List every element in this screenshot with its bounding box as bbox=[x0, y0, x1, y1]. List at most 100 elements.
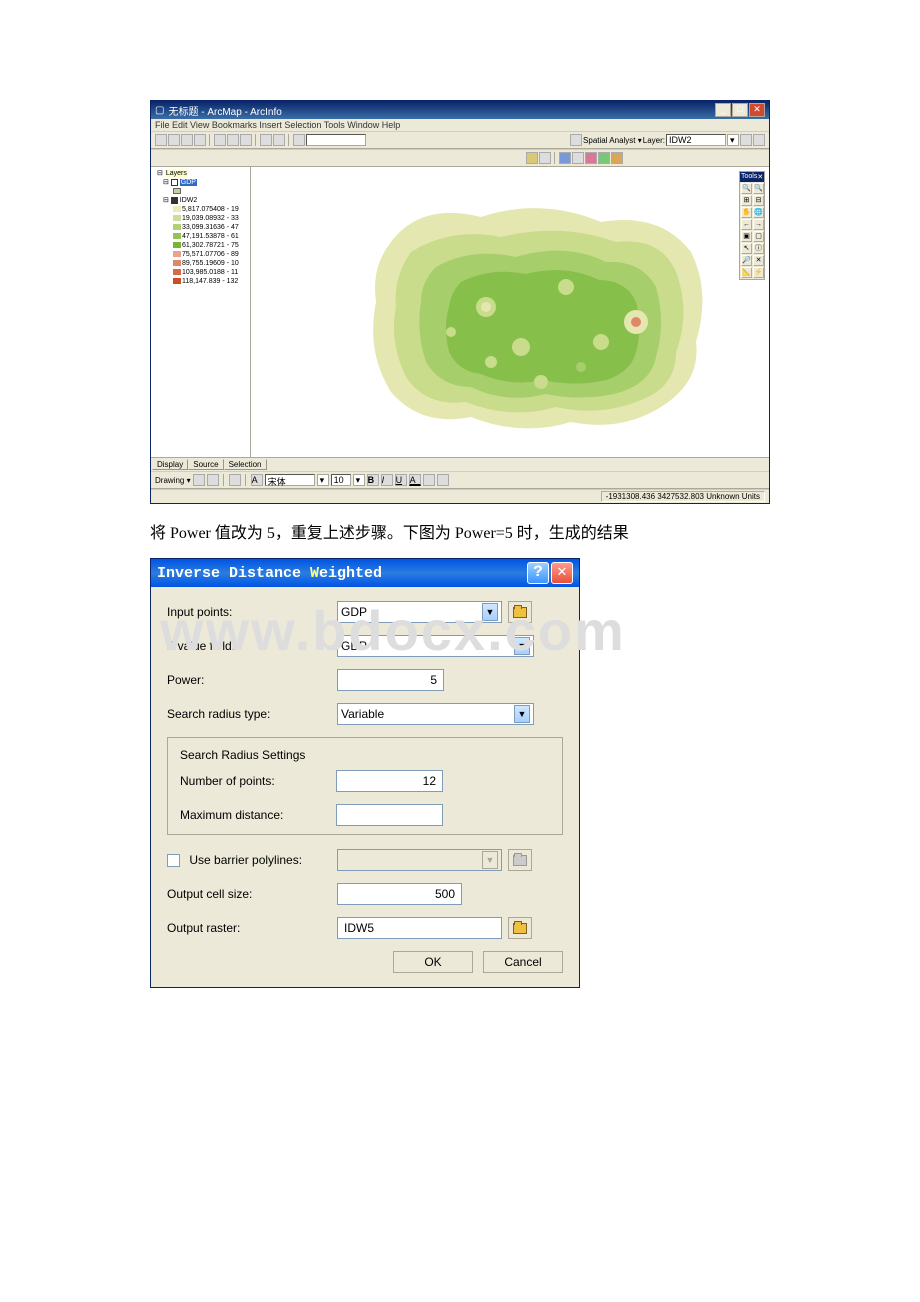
barrier-checkbox[interactable] bbox=[167, 854, 180, 867]
layer-combo[interactable]: IDW2 bbox=[666, 134, 726, 146]
fontsize-combo[interactable]: 10 bbox=[331, 474, 351, 486]
contour-icon[interactable] bbox=[753, 134, 765, 146]
tool-d[interactable] bbox=[572, 152, 584, 164]
barrier-combo: ▼ bbox=[337, 849, 502, 871]
chevron-down-icon[interactable]: ▼ bbox=[514, 637, 530, 655]
tab-display[interactable]: Display bbox=[152, 459, 188, 470]
folder-icon bbox=[513, 923, 527, 934]
editor-icon[interactable] bbox=[570, 134, 582, 146]
font-combo[interactable]: 宋体 bbox=[265, 474, 315, 486]
scale-input[interactable] bbox=[306, 134, 366, 146]
power-input[interactable] bbox=[337, 669, 444, 691]
browse-output-button[interactable] bbox=[508, 917, 532, 939]
cell-size-input[interactable] bbox=[337, 883, 462, 905]
underline-icon[interactable]: U bbox=[395, 474, 407, 486]
full-extent-icon[interactable]: 🌐 bbox=[753, 207, 764, 218]
histogram-icon[interactable] bbox=[740, 134, 752, 146]
close-button[interactable]: ✕ bbox=[551, 562, 573, 584]
copy-icon[interactable] bbox=[227, 134, 239, 146]
toc-class-item[interactable]: 89,755.19609 - 10 bbox=[153, 259, 248, 268]
minimize-button[interactable]: _ bbox=[715, 103, 731, 117]
draw-select-icon[interactable] bbox=[193, 474, 205, 486]
max-dist-label: Maximum distance: bbox=[180, 808, 336, 822]
fixed-zoom-out-icon[interactable]: ⊟ bbox=[753, 195, 764, 206]
search-type-combo[interactable]: Variable ▼ bbox=[337, 703, 534, 725]
draw-rotate-icon[interactable] bbox=[207, 474, 219, 486]
tool-b[interactable] bbox=[539, 152, 551, 164]
z-field-label: Z value field: bbox=[167, 639, 337, 653]
toc-class-item[interactable]: 61,302.78721 - 75 bbox=[153, 241, 248, 250]
spatial-analyst-label[interactable]: Spatial Analyst ▾ bbox=[583, 136, 642, 145]
toc-gdp-layer[interactable]: ⊟ GDP bbox=[153, 178, 248, 187]
chevron-down-icon[interactable]: ▼ bbox=[514, 705, 530, 723]
tool-f[interactable] bbox=[598, 152, 610, 164]
toc-class-item[interactable]: 75,571.07706 - 89 bbox=[153, 250, 248, 259]
back-icon[interactable]: ← bbox=[741, 219, 752, 230]
hyperlink-icon[interactable]: ⚡ bbox=[753, 267, 764, 278]
forward-icon[interactable]: → bbox=[753, 219, 764, 230]
font-dropdown-arrow[interactable]: ▾ bbox=[317, 474, 329, 486]
fixed-zoom-in-icon[interactable]: ⊞ bbox=[741, 195, 752, 206]
toc-class-item[interactable]: 103,985.0188 - 11 bbox=[153, 268, 248, 277]
pan-icon[interactable]: ✋ bbox=[741, 207, 752, 218]
italic-icon[interactable]: I bbox=[381, 474, 393, 486]
tab-selection[interactable]: Selection bbox=[224, 459, 267, 470]
measure-icon[interactable]: 📐 bbox=[741, 267, 752, 278]
open-icon[interactable] bbox=[168, 134, 180, 146]
table-of-contents: ⊟ Layers ⊟ GDP ⊟ IDW2 5,817.075408 - 191… bbox=[151, 167, 251, 457]
goto-xy-icon[interactable]: ✕ bbox=[753, 255, 764, 266]
close-button[interactable]: ✕ bbox=[749, 103, 765, 117]
fill-color-icon[interactable] bbox=[423, 474, 435, 486]
tool-a[interactable] bbox=[526, 152, 538, 164]
toc-class-item[interactable]: 19,039.08932 - 33 bbox=[153, 214, 248, 223]
tool-e[interactable] bbox=[585, 152, 597, 164]
cut-icon[interactable] bbox=[214, 134, 226, 146]
maximize-button[interactable]: □ bbox=[732, 103, 748, 117]
clear-select-icon[interactable]: ▢ bbox=[753, 231, 764, 242]
toc-class-item[interactable]: 47,191.53878 - 61 bbox=[153, 232, 248, 241]
map-view[interactable]: Tools ✕ 🔍 🔍 ⊞ ⊟ ✋ 🌐 ← → ▣ ▢ ↖ ⓘ 🔎 bbox=[251, 167, 769, 457]
tool-c[interactable] bbox=[559, 152, 571, 164]
toc-class-item[interactable]: 118,147.839 - 132 bbox=[153, 277, 248, 286]
chevron-down-icon[interactable]: ▼ bbox=[482, 603, 498, 621]
browse-input-button[interactable] bbox=[508, 601, 532, 623]
output-raster-input[interactable] bbox=[337, 917, 502, 939]
draw-text-icon[interactable]: A bbox=[251, 474, 263, 486]
select-elements-icon[interactable]: ↖ bbox=[741, 243, 752, 254]
draw-rect-icon[interactable] bbox=[229, 474, 241, 486]
toc-idw-layer[interactable]: ⊟ IDW2 bbox=[153, 196, 248, 205]
input-points-combo[interactable]: GDP ▼ bbox=[337, 601, 502, 623]
zoom-out-icon[interactable]: 🔍 bbox=[753, 183, 764, 194]
layer-dropdown-arrow[interactable]: ▾ bbox=[727, 134, 739, 146]
save-icon[interactable] bbox=[181, 134, 193, 146]
max-dist-input[interactable] bbox=[336, 804, 443, 826]
toc-layers-root[interactable]: ⊟ Layers bbox=[153, 169, 248, 178]
select-icon[interactable]: ▣ bbox=[741, 231, 752, 242]
add-data-icon[interactable] bbox=[293, 134, 305, 146]
ok-button[interactable]: OK bbox=[393, 951, 473, 973]
help-button[interactable]: ? bbox=[527, 562, 549, 584]
find-icon[interactable]: 🔎 bbox=[741, 255, 752, 266]
bold-icon[interactable]: B bbox=[367, 474, 379, 486]
font-color-icon[interactable]: A bbox=[409, 474, 421, 486]
print-icon[interactable] bbox=[194, 134, 206, 146]
fontsize-dropdown-arrow[interactable]: ▾ bbox=[353, 474, 365, 486]
tools-close-icon[interactable]: ✕ bbox=[757, 173, 763, 181]
coords-readout: -1931308.436 3427532.803 Unknown Units bbox=[601, 491, 765, 502]
line-color-icon[interactable] bbox=[437, 474, 449, 486]
menubar[interactable]: File Edit View Bookmarks Insert Selectio… bbox=[151, 119, 769, 131]
drawing-label[interactable]: Drawing ▾ bbox=[155, 476, 191, 485]
undo-icon[interactable] bbox=[260, 134, 272, 146]
paste-icon[interactable] bbox=[240, 134, 252, 146]
cancel-button[interactable]: Cancel bbox=[483, 951, 563, 973]
toc-class-item[interactable]: 33,099.31636 - 47 bbox=[153, 223, 248, 232]
num-points-input[interactable] bbox=[336, 770, 443, 792]
zoom-in-icon[interactable]: 🔍 bbox=[741, 183, 752, 194]
redo-icon[interactable] bbox=[273, 134, 285, 146]
new-icon[interactable] bbox=[155, 134, 167, 146]
tab-source[interactable]: Source bbox=[188, 459, 223, 470]
identify-icon[interactable]: ⓘ bbox=[753, 243, 764, 254]
z-field-combo[interactable]: GDP ▼ bbox=[337, 635, 534, 657]
tool-g[interactable] bbox=[611, 152, 623, 164]
toc-class-item[interactable]: 5,817.075408 - 19 bbox=[153, 205, 248, 214]
